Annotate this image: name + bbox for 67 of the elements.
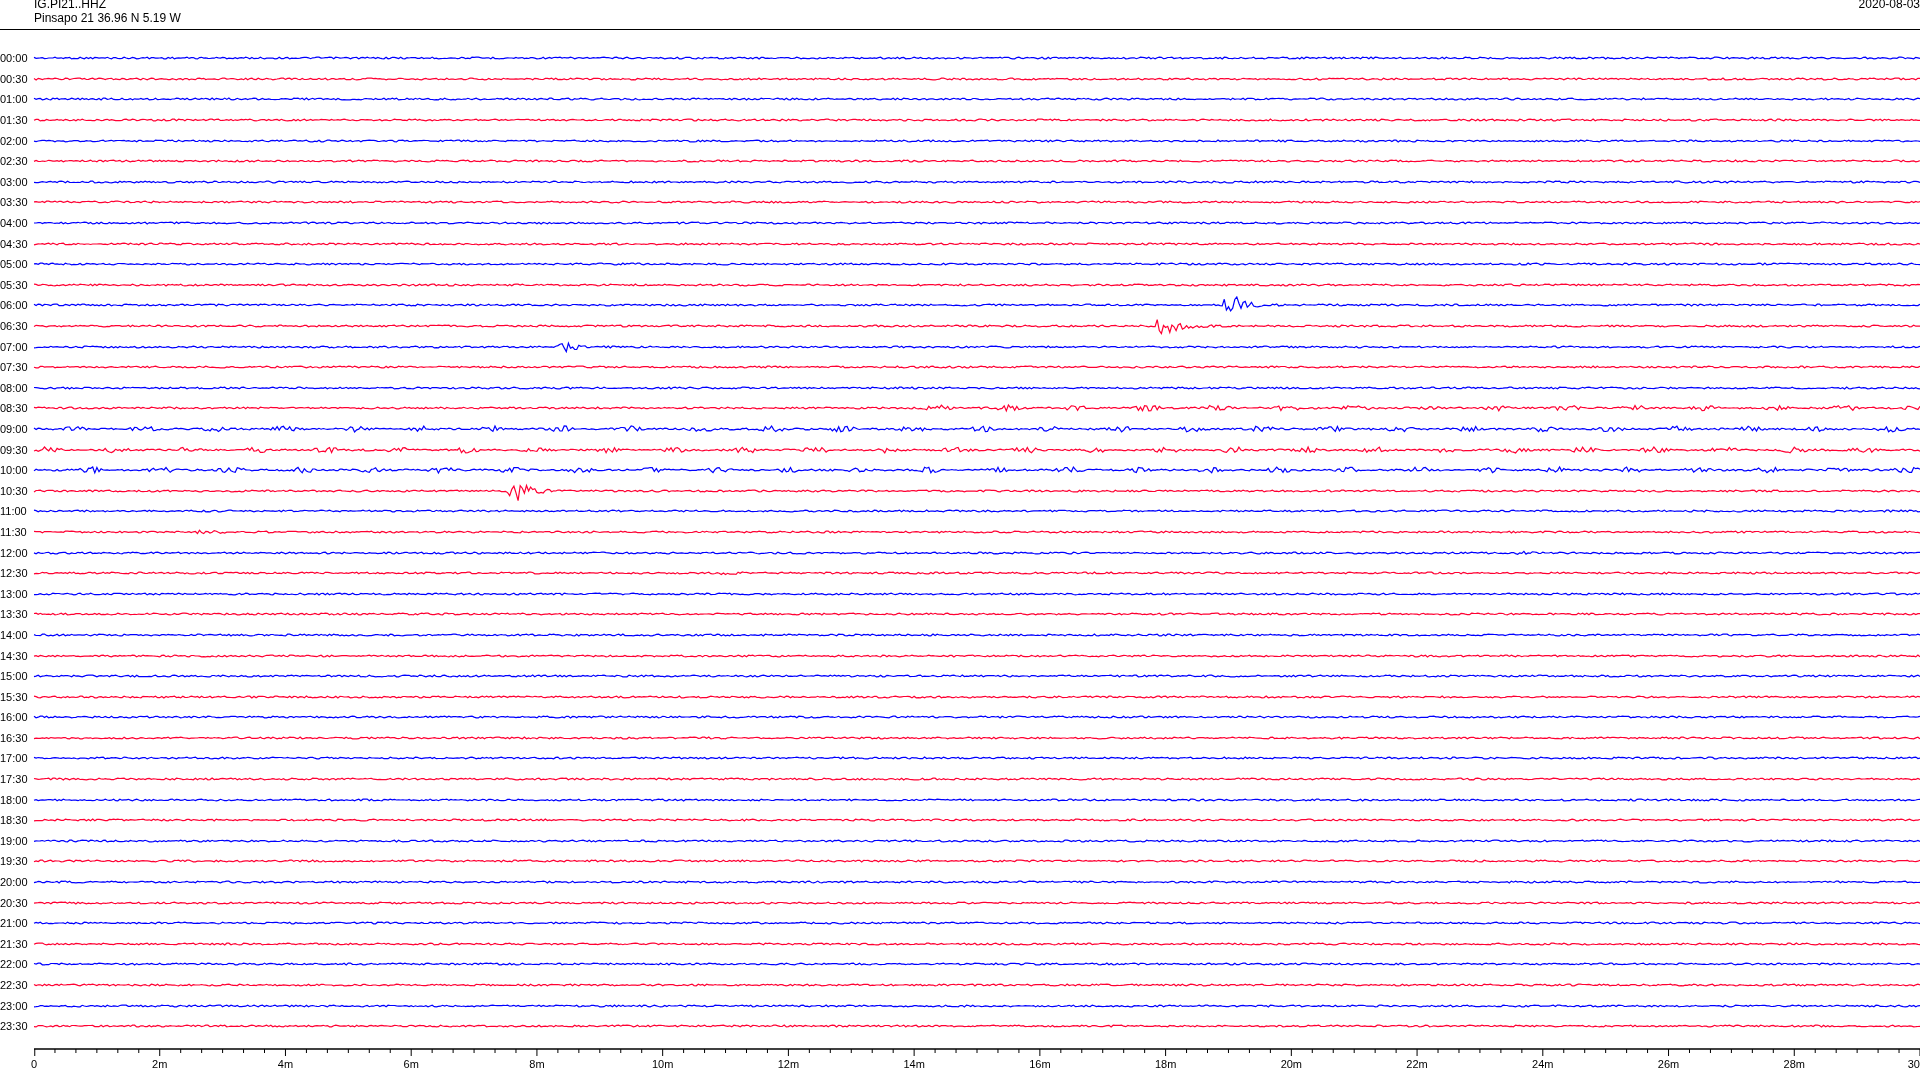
axis-tick-label: 16m (1029, 1057, 1051, 1070)
time-label: 09:00 (0, 423, 29, 435)
axis-tick-label: 14m (903, 1057, 925, 1070)
time-label: 18:00 (0, 793, 29, 806)
time-label: 18:30 (0, 814, 29, 827)
time-label: 07:00 (0, 340, 29, 353)
time-label: 17:00 (0, 752, 29, 765)
axis-tick-label: 2m (152, 1057, 168, 1070)
time-label: 21:00 (0, 917, 29, 930)
axis-tick-label: 30 (1907, 1057, 1920, 1070)
time-label: 13:30 (0, 608, 29, 621)
axis-tick-label: 22m (1406, 1057, 1428, 1070)
time-label: 10:30 (0, 484, 29, 497)
time-label: 11:30 (0, 525, 28, 538)
time-label: 10:00 (0, 464, 29, 477)
time-label: 20:00 (0, 876, 29, 889)
time-label: 16:00 (0, 711, 29, 724)
time-label: 02:30 (0, 155, 29, 168)
axis-tick-label: 4m (277, 1057, 294, 1070)
time-label: 06:30 (0, 320, 29, 332)
axis-tick-label: 28m (1783, 1057, 1805, 1070)
axis-tick-label: 8m (529, 1057, 545, 1070)
time-label: 03:00 (0, 175, 29, 188)
time-label: 05:00 (0, 258, 29, 271)
time-label: 01:30 (0, 114, 29, 127)
axis-tick-label: 12m (777, 1057, 800, 1070)
time-label: 07:30 (0, 361, 29, 374)
axis-tick-label: 20m (1280, 1057, 1303, 1070)
time-label: 00:30 (0, 72, 29, 85)
time-label: 03:30 (0, 196, 29, 209)
time-label: 23:00 (0, 999, 29, 1012)
time-label: 22:30 (0, 979, 29, 991)
time-label: 14:00 (0, 628, 29, 641)
time-label: 08:30 (0, 402, 29, 415)
time-label: 11:00 (0, 505, 28, 518)
time-label: 09:30 (0, 443, 29, 456)
axis-tick-label: 26m (1657, 1057, 1680, 1070)
time-label: 16:30 (0, 731, 29, 744)
time-label: 12:00 (0, 546, 29, 559)
time-label: 12:30 (0, 567, 29, 580)
time-label: 00:00 (0, 52, 29, 65)
time-label: 15:00 (0, 670, 29, 683)
time-label: 13:00 (0, 587, 29, 600)
station-code: IG.PI21..HHZ (34, 0, 108, 11)
time-label: 05:30 (0, 278, 29, 291)
time-label: 22:00 (0, 958, 29, 971)
time-label: 23:30 (0, 1020, 29, 1033)
station-location: Pinsapo 21 36.96 N 5.19 W (34, 11, 181, 25)
time-label: 14:30 (0, 649, 29, 662)
time-label: 04:30 (0, 237, 29, 250)
axis-tick-label: 24m (1532, 1057, 1554, 1070)
time-label: 01:00 (0, 93, 29, 106)
axis-tick-label: 6m (403, 1057, 419, 1070)
time-label: 15:30 (0, 690, 29, 703)
time-label: 19:30 (0, 855, 29, 868)
date-label: 2020-08-03 (1858, 0, 1920, 11)
time-label: 19:00 (0, 834, 29, 847)
time-label: 04:00 (0, 217, 29, 230)
time-label: 08:00 (0, 381, 29, 394)
axis-tick-label: 18m (1154, 1057, 1177, 1070)
axis-tick-label: 0 (31, 1057, 38, 1070)
time-label: 06:00 (0, 299, 29, 312)
time-label: 20:30 (0, 896, 29, 909)
time-label: 17:30 (0, 773, 29, 786)
time-label: 21:30 (0, 937, 29, 950)
axis-tick-label: 10m (651, 1057, 674, 1070)
time-label: 02:00 (0, 134, 29, 147)
